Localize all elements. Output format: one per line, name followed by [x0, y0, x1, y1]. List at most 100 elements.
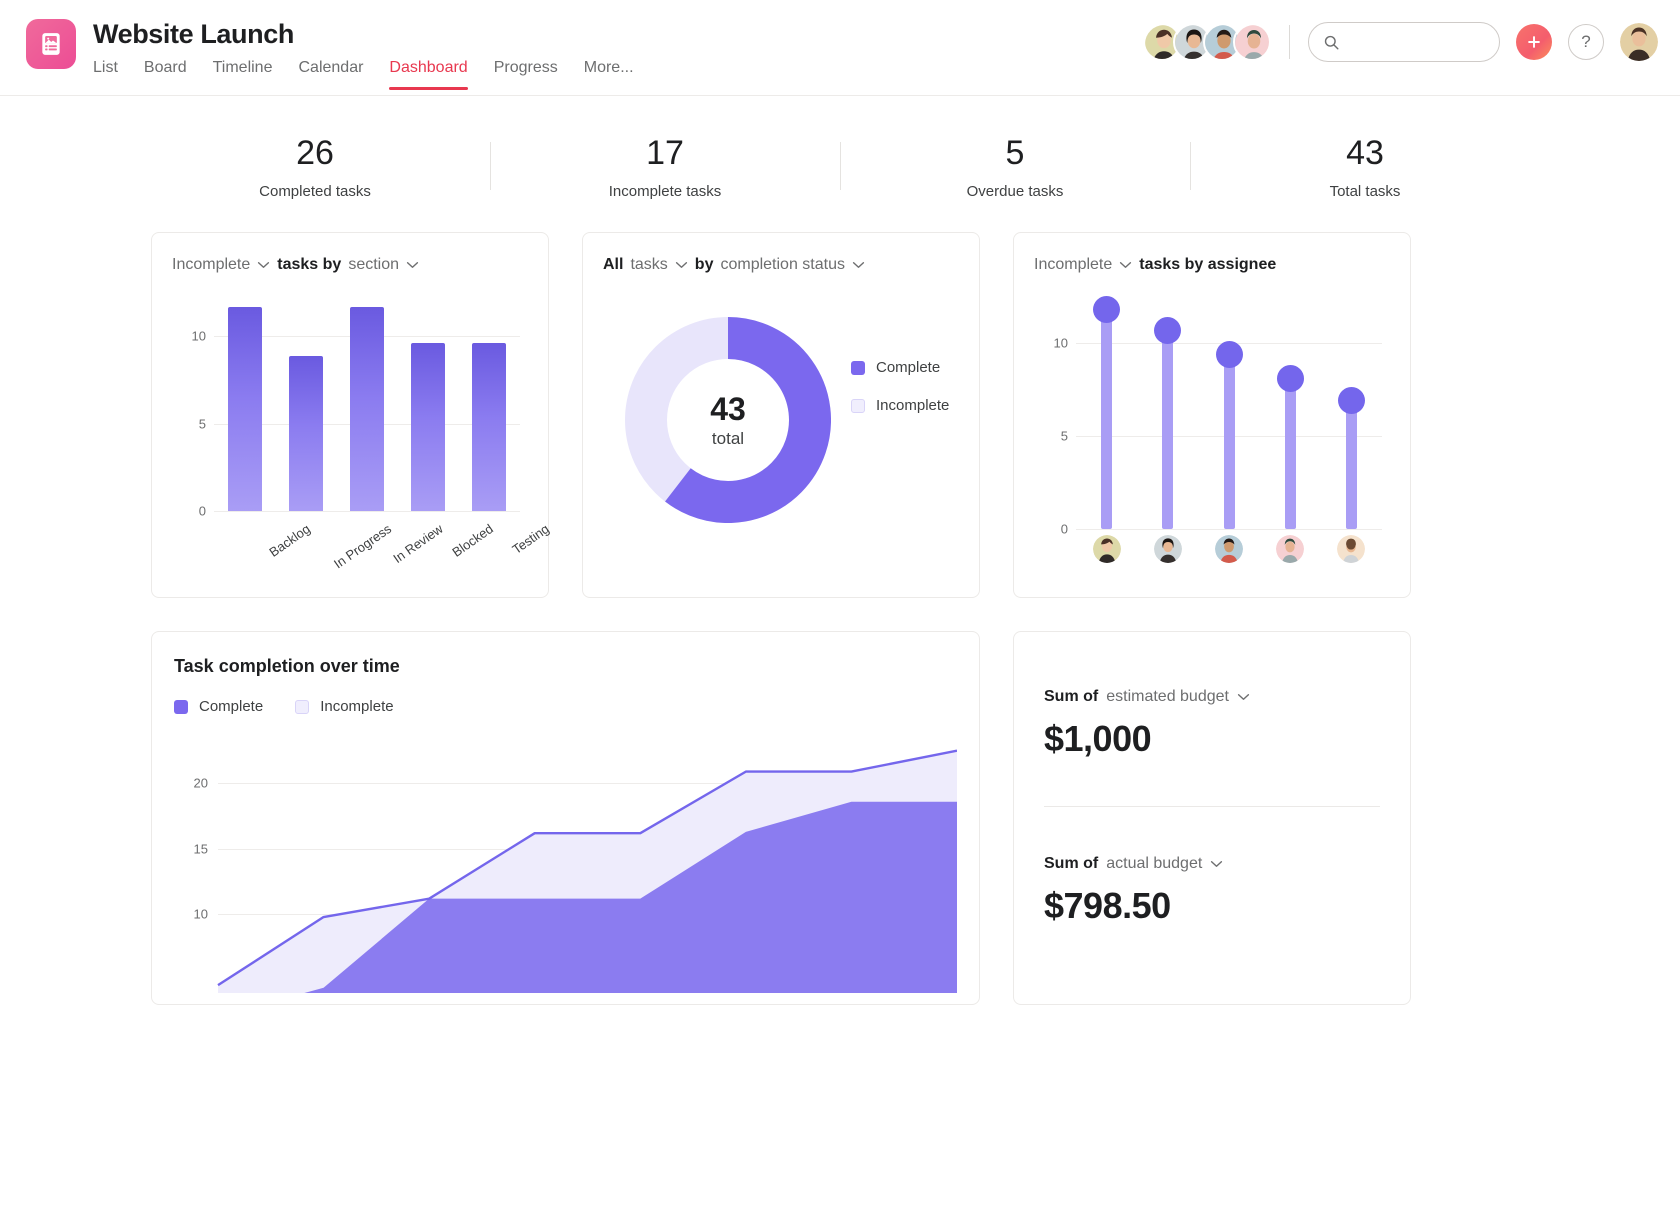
app-header: Website Launch List Board Timeline Calen…: [0, 0, 1680, 96]
donut-total-label: total: [712, 429, 744, 449]
budget-estimated-block: Sum of estimated budget $1,000: [1044, 688, 1380, 760]
card-title-middle: tasks by: [277, 255, 341, 275]
lollipop-stem: [1224, 354, 1235, 529]
assignee-avatar[interactable]: [1154, 535, 1182, 563]
assignee-avatar[interactable]: [1276, 535, 1304, 563]
x-axis-tick: In Review: [390, 521, 445, 566]
card-tasks-by-section: Incomplete tasks by section 0510BacklogI…: [151, 232, 549, 598]
bar[interactable]: [289, 356, 323, 511]
donut-chart: 43 total: [625, 317, 831, 523]
status-filter-dropdown[interactable]: All: [603, 255, 623, 275]
budget-actual-header: Sum of actual budget: [1044, 855, 1380, 873]
lollipop-dot[interactable]: [1277, 365, 1304, 392]
lollipop-stem: [1162, 330, 1173, 529]
tab-progress[interactable]: Progress: [494, 58, 558, 90]
header-divider: [1289, 25, 1290, 59]
chevron-down-icon[interactable]: [852, 261, 865, 269]
card-header: Incomplete tasks by assignee: [1034, 255, 1390, 275]
current-user-avatar[interactable]: [1620, 23, 1658, 61]
bar[interactable]: [350, 307, 384, 511]
assignee-avatar[interactable]: [1337, 535, 1365, 563]
chevron-down-icon[interactable]: [1210, 860, 1223, 868]
chevron-down-icon[interactable]: [406, 261, 419, 269]
chevron-down-icon[interactable]: [1237, 693, 1250, 701]
lollipop-dot[interactable]: [1338, 387, 1365, 414]
section-filter-dropdown[interactable]: Incomplete: [172, 255, 250, 275]
status-noun[interactable]: tasks: [630, 255, 667, 275]
card-budget: Sum of estimated budget $1,000 Sum of ac…: [1013, 631, 1411, 1005]
area-legend: Complete Incomplete: [174, 698, 957, 715]
add-button[interactable]: [1516, 24, 1552, 60]
lollipop-dot[interactable]: [1216, 341, 1243, 368]
stat-total-tasks: 43 Total tasks: [1190, 132, 1540, 200]
stat-value: 5: [840, 132, 1190, 174]
chevron-down-icon[interactable]: [675, 261, 688, 269]
budget-prefix: Sum of: [1044, 855, 1098, 873]
bar[interactable]: [228, 307, 262, 511]
stat-label: Completed tasks: [140, 183, 490, 200]
x-axis-tick: Blocked: [450, 521, 496, 560]
tab-list[interactable]: List: [93, 58, 118, 90]
member-avatar-group[interactable]: [1143, 23, 1271, 61]
view-tabs: List Board Timeline Calendar Dashboard P…: [93, 58, 634, 90]
tab-board[interactable]: Board: [144, 58, 187, 90]
stat-label: Overdue tasks: [840, 183, 1190, 200]
section-groupby-dropdown[interactable]: section: [348, 255, 399, 275]
tab-timeline[interactable]: Timeline: [213, 58, 273, 90]
stat-overdue-tasks: 5 Overdue tasks: [840, 132, 1190, 200]
stat-incomplete-tasks: 17 Incomplete tasks: [490, 132, 840, 200]
status-groupby-dropdown[interactable]: completion status: [720, 255, 845, 275]
page-title: Website Launch: [93, 18, 634, 50]
card-task-completion-over-time: Task completion over time Complete Incom…: [151, 631, 980, 1005]
title-block: Website Launch List Board Timeline Calen…: [93, 18, 634, 90]
dashboard-grid: Incomplete tasks by section 0510 Backlog I…: [0, 218, 1680, 1005]
assignee-filter-dropdown[interactable]: Incomplete: [1034, 255, 1112, 275]
bar[interactable]: [411, 343, 445, 511]
y-axis-tick: 0: [180, 504, 206, 519]
chevron-down-icon[interactable]: [1119, 261, 1132, 269]
search-box[interactable]: [1308, 22, 1500, 62]
assignee-chart-plot: 0510: [1034, 291, 1390, 591]
legend-item-incomplete: Incomplete: [851, 397, 949, 414]
avatar[interactable]: [1233, 23, 1271, 61]
card-title-middle: by: [695, 255, 714, 275]
search-input[interactable]: [1348, 34, 1485, 50]
tab-calendar[interactable]: Calendar: [298, 58, 363, 90]
x-axis-tick: In Progress: [331, 521, 394, 571]
list-image-icon: [38, 31, 64, 57]
area-chart-plot: 101520: [174, 731, 957, 993]
budget-estimated-header: Sum of estimated budget: [1044, 688, 1380, 706]
chevron-down-icon[interactable]: [257, 261, 270, 269]
assignee-avatar[interactable]: [1093, 535, 1121, 563]
gridline: [1076, 529, 1382, 530]
legend-swatch-incomplete: [851, 399, 865, 413]
legend-item-incomplete: Incomplete: [295, 698, 393, 715]
budget-field-dropdown[interactable]: actual budget: [1106, 855, 1202, 873]
budget-field-dropdown[interactable]: estimated budget: [1106, 688, 1229, 706]
bar[interactable]: [472, 343, 506, 511]
x-axis-tick: Testing: [510, 521, 552, 557]
legend-label: Complete: [199, 698, 263, 715]
lollipop-stem: [1285, 378, 1296, 529]
card-header: All tasks by completion status: [603, 255, 959, 275]
lollipop-stem: [1346, 401, 1357, 529]
project-icon[interactable]: [26, 19, 76, 69]
budget-estimated-value: $1,000: [1044, 718, 1380, 760]
plus-icon: [1525, 33, 1543, 51]
lollipop-dot[interactable]: [1154, 317, 1181, 344]
x-axis-tick: Backlog: [266, 521, 312, 560]
tab-dashboard[interactable]: Dashboard: [389, 58, 467, 90]
legend-label: Incomplete: [320, 698, 393, 715]
legend-swatch-incomplete: [295, 700, 309, 714]
legend-swatch-complete: [851, 361, 865, 375]
stat-label: Incomplete tasks: [490, 183, 840, 200]
tab-more[interactable]: More...: [584, 58, 634, 90]
header-actions: ?: [1143, 22, 1658, 62]
donut-total-value: 43: [710, 391, 746, 427]
legend-label: Complete: [876, 359, 940, 376]
help-button[interactable]: ?: [1568, 24, 1604, 60]
stat-value: 17: [490, 132, 840, 174]
y-axis-tick: 0: [1042, 522, 1068, 537]
lollipop-dot[interactable]: [1093, 296, 1120, 323]
assignee-avatar[interactable]: [1215, 535, 1243, 563]
